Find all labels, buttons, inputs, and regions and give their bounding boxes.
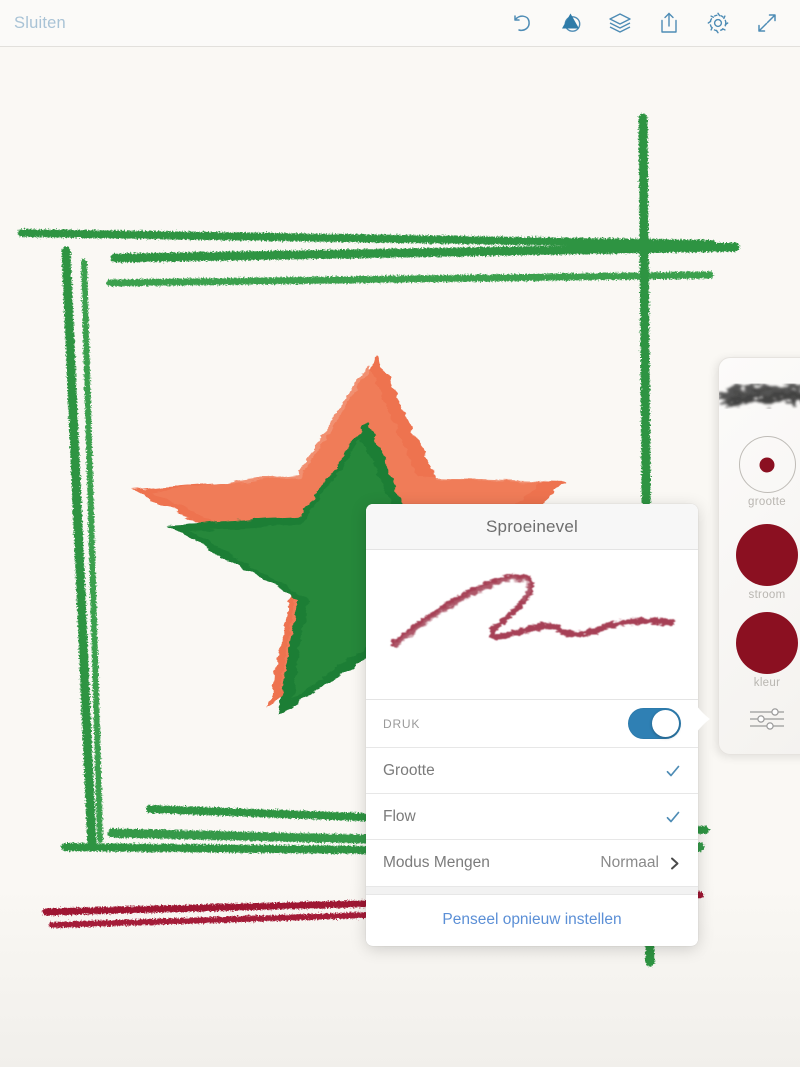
reset-brush-row[interactable]: Penseel opnieuw instellen [366, 895, 698, 945]
check-icon [666, 765, 680, 776]
toolbar-icons [509, 10, 800, 36]
undo-icon[interactable] [509, 10, 535, 36]
brush-size-ring[interactable] [738, 436, 796, 493]
size-option-label: Grootte [383, 761, 435, 779]
blend-mode-value: Normaal [600, 854, 659, 871]
section-divider [366, 886, 698, 895]
pressure-toggle[interactable] [628, 708, 681, 739]
brush-stroke-preview[interactable] [366, 550, 698, 700]
brush-size-label: grootte [748, 496, 786, 508]
flow-option-label: Flow [383, 807, 416, 825]
brush-flow-label: stroom [748, 589, 786, 601]
top-toolbar: Sluiten [0, 0, 800, 47]
settings-icon[interactable] [705, 10, 731, 36]
pressure-row[interactable]: DRUK [366, 700, 698, 748]
toggle-knob [652, 710, 679, 737]
blend-mode-row[interactable]: Modus Mengen Normaal [366, 840, 698, 886]
app-root: Sluiten grootte stroom kleur Sproeinevel… [0, 0, 800, 1067]
share-icon[interactable] [656, 10, 682, 36]
popup-title: Sproeinevel [486, 516, 578, 536]
flow-option-row[interactable]: Flow [366, 794, 698, 840]
fullscreen-icon[interactable] [754, 10, 780, 36]
chevron-right-icon[interactable] [668, 857, 681, 870]
brush-color-control[interactable]: kleur [727, 612, 800, 689]
size-option-row[interactable]: Grootte [366, 748, 698, 794]
blend-mode-label: Modus Mengen [383, 854, 490, 871]
brush-settings-button[interactable] [727, 706, 800, 732]
brush-sidebar: grootte stroom kleur [718, 357, 800, 755]
brush-flow-disc[interactable] [736, 524, 798, 586]
pressure-label: DRUK [383, 716, 421, 731]
brush-size-control[interactable]: grootte [727, 436, 800, 508]
brush-settings-popup: Sproeinevel DRUK Grootte Flow Modus Meng… [366, 504, 698, 946]
brush-color-disc[interactable] [736, 612, 798, 674]
check-icon [666, 811, 680, 822]
brush-color-label: kleur [753, 677, 781, 689]
color-icon[interactable] [558, 10, 584, 36]
popup-header: Sproeinevel [366, 504, 698, 550]
popup-pointer [696, 705, 710, 733]
close-button[interactable]: Sluiten [14, 15, 66, 32]
reset-brush-label[interactable]: Penseel opnieuw instellen [442, 911, 621, 929]
layers-icon[interactable] [607, 10, 633, 36]
sliders-icon[interactable] [746, 706, 788, 732]
brush-tip-preview[interactable] [719, 368, 800, 424]
brush-flow-control[interactable]: stroom [727, 524, 800, 601]
brush-size-dot [759, 457, 775, 472]
